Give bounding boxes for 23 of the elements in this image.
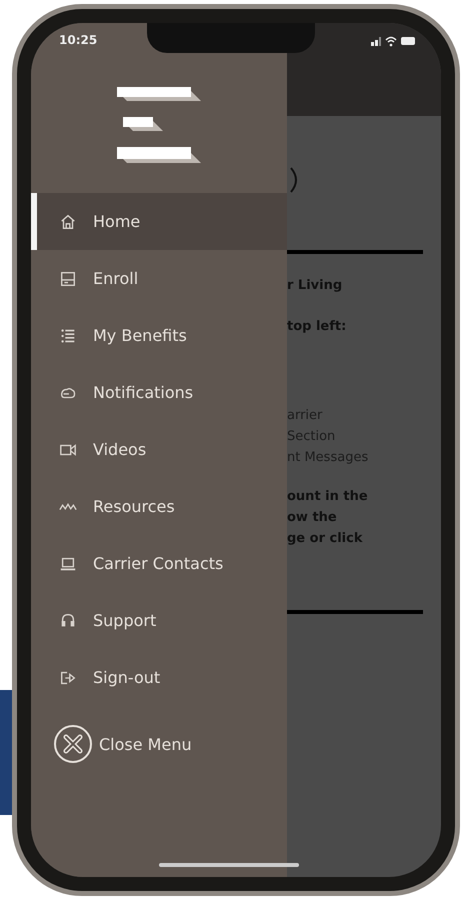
menu-item[interactable]: Home <box>31 193 287 250</box>
status-time: 10:25 <box>59 33 98 47</box>
status-icons <box>371 35 417 47</box>
body-text: ge or click <box>287 531 364 546</box>
form-icon <box>59 270 77 288</box>
menu-item[interactable]: Notifications <box>31 364 287 421</box>
close-icon <box>53 724 93 764</box>
menu-item[interactable]: Videos <box>31 421 287 478</box>
body-text: ount in the <box>287 489 369 504</box>
menu-item[interactable]: My Benefits <box>31 307 287 364</box>
menu-item[interactable]: Support <box>31 592 287 649</box>
headset-icon <box>59 612 77 630</box>
body-text: ow the <box>287 510 338 525</box>
menu-item[interactable]: Carrier Contacts <box>31 535 287 592</box>
list-icon <box>59 326 77 344</box>
body-text: top left: <box>287 319 348 334</box>
home-icon <box>59 212 77 230</box>
menu-item[interactable]: Sign-out <box>31 649 287 706</box>
menu-item[interactable]: Enroll <box>31 250 287 307</box>
body-text: r Living <box>287 278 344 293</box>
logo-icon <box>117 87 201 163</box>
close-menu-button[interactable]: Close Menu <box>53 724 287 764</box>
menu-item[interactable]: Resources <box>31 478 287 535</box>
